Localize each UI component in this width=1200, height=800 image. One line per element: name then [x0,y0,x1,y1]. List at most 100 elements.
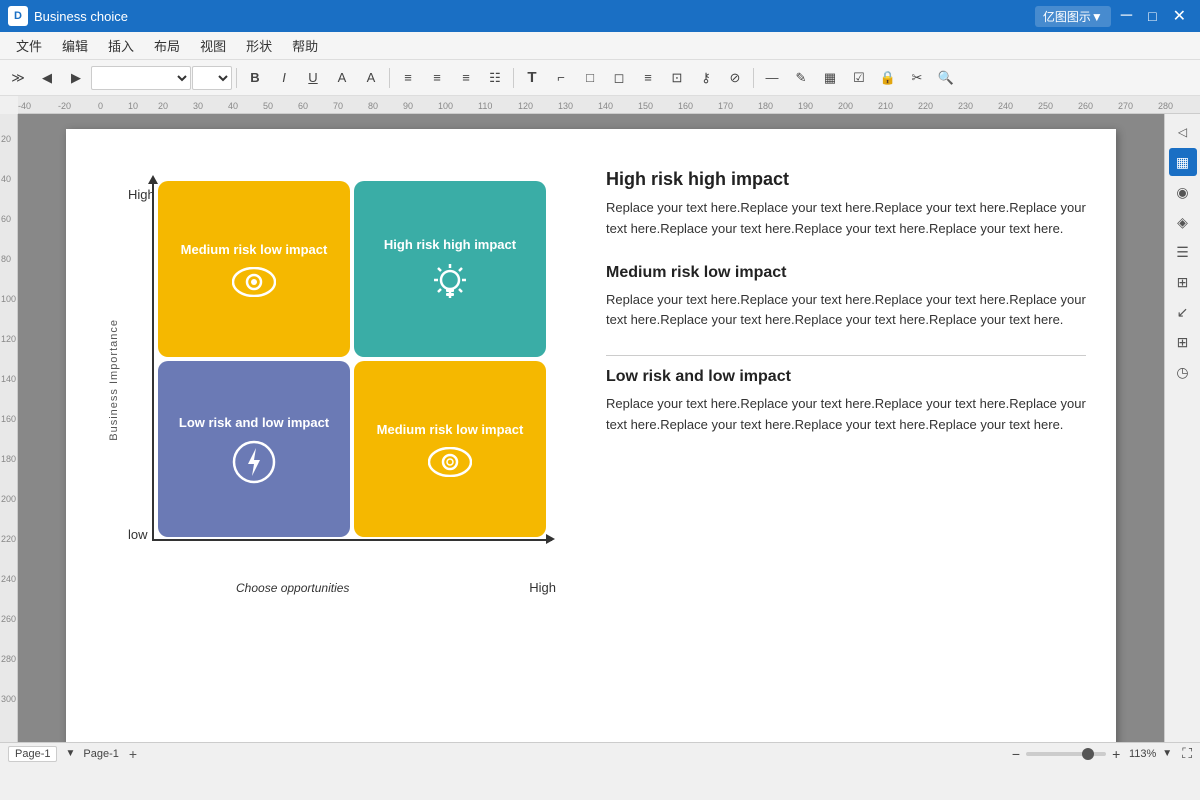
zoom-in-btn[interactable]: + [1112,746,1120,762]
separator-1 [236,68,237,88]
section-medium-risk-title: Medium risk low impact [606,264,1086,282]
toolbar-back[interactable]: ◀ [33,65,61,91]
statusbar: Page-1 ▼ Page-1 + − + 113% ▼ ⛶ [0,742,1200,764]
align-center[interactable]: ≡ [423,65,451,91]
window-minimize[interactable]: ─ [1115,7,1138,25]
ruler-left: 20 40 60 80 100 120 140 160 180 200 220 … [0,114,18,742]
toolbar-format-group: B I U A A [241,65,385,91]
align-left[interactable]: ≡ [394,65,422,91]
toolbar-draw-group: ― ✎ ▦ ☑ 🔒 ✂ 🔍 [758,65,960,91]
panel-plus-btn[interactable]: ⊞ [1169,268,1197,296]
toolbar-nav-group: ≫ ◀ ▶ [4,65,232,91]
text-section: High risk high impact Replace your text … [606,159,1086,649]
chart-section: High Business Importance low [96,159,576,649]
cell-high-risk-top-right: High risk high impact [354,181,546,357]
diagram-container: High Business Importance low [96,149,1086,659]
zoom-out-btn[interactable]: − [1012,746,1020,762]
font-bg-button[interactable]: A [357,65,385,91]
separator-4 [753,68,754,88]
bold-button[interactable]: B [241,65,269,91]
canvas-area[interactable]: High Business Importance low [18,114,1164,742]
window-maximize[interactable]: □ [1142,8,1162,24]
italic-button[interactable]: I [270,65,298,91]
draw-search[interactable]: 🔍 [932,65,960,91]
zoom-level[interactable]: 113% [1126,748,1156,760]
panel-shapes-btn[interactable]: ◉ [1169,178,1197,206]
y-axis-high-label: High [128,187,155,202]
x-axis-label: Choose opportunities [236,581,349,595]
panel-grid-btn[interactable]: ▦ [1169,148,1197,176]
underline-button[interactable]: U [299,65,327,91]
toolbar: ≫ ◀ ▶ B I U A A ≡ ≡ ≡ ☷ T ⌐ □ ◻ ≡ ⊡ ⚷ ⊘ … [0,60,1200,96]
page-canvas: High Business Importance low [66,129,1116,742]
titlebar: D Business choice 亿图图示▼ ─ □ ✕ [0,0,1200,32]
insert-shape[interactable]: ◻ [605,65,633,91]
insert-text[interactable]: T [518,65,546,91]
menu-shape[interactable]: 形状 [238,34,280,57]
titlebar-left: D Business choice [8,6,128,26]
insert-table[interactable]: ⊡ [663,65,691,91]
window-close[interactable]: ✕ [1167,6,1192,26]
insert-no[interactable]: ⊘ [721,65,749,91]
panel-history-btn[interactable]: ◷ [1169,358,1197,386]
bolt-icon-bottom-left [232,440,276,484]
font-color-button[interactable]: A [328,65,356,91]
panel-arrow-btn[interactable]: ↙ [1169,298,1197,326]
insert-connector[interactable]: ⌐ [547,65,575,91]
bulb-icon-top-right [430,262,470,302]
toolbar-forward[interactable]: ▶ [62,65,90,91]
separator-2 [389,68,390,88]
panel-table-btn[interactable]: ⊞ [1169,328,1197,356]
toolbar-chevron[interactable]: ≫ [4,65,32,91]
insert-lock[interactable]: ⚷ [692,65,720,91]
draw-check[interactable]: ☑ [845,65,873,91]
align-justify[interactable]: ≡ [452,65,480,91]
status-page-nav: Page-1 [83,748,118,760]
font-family-select[interactable] [91,66,191,90]
cell-top-left-label: Medium risk low impact [181,242,328,257]
menu-view[interactable]: 视图 [192,34,234,57]
align-text[interactable]: ☷ [481,65,509,91]
menu-help[interactable]: 帮助 [284,34,326,57]
fullscreen-btn[interactable]: ⛶ [1182,745,1192,762]
section-medium-risk-body: Replace your text here.Replace your text… [606,290,1086,332]
status-page-dropdown[interactable]: ▼ [65,748,75,759]
font-size-select[interactable] [192,66,232,90]
zoom-slider[interactable] [1026,752,1106,756]
section-high-risk-title: High risk high impact [606,169,1086,190]
app-logo: D [8,6,28,26]
toolbar-align-group: ≡ ≡ ≡ ☷ [394,65,509,91]
menu-file[interactable]: 文件 [8,34,50,57]
insert-rect[interactable]: □ [576,65,604,91]
draw-cut[interactable]: ✂ [903,65,931,91]
main-layout: 20 40 60 80 100 120 140 160 180 200 220 … [0,114,1200,742]
panel-collapse-btn[interactable]: ◁ [1169,118,1197,146]
separator-3 [513,68,514,88]
app-title: Business choice [34,9,128,24]
draw-fill[interactable]: ▦ [816,65,844,91]
draw-line[interactable]: ― [758,65,786,91]
menu-layout[interactable]: 布局 [146,34,188,57]
menu-edit[interactable]: 编辑 [54,34,96,57]
text-section-high-risk: High risk high impact Replace your text … [606,169,1086,240]
section-high-risk-body: Replace your text here.Replace your text… [606,198,1086,240]
x-axis-line [152,539,552,541]
x-axis-arrow [546,534,555,544]
cell-low-risk-bottom-left: Low risk and low impact [158,361,350,537]
panel-pages-btn[interactable]: ☰ [1169,238,1197,266]
status-add-page[interactable]: + [129,746,137,762]
x-axis-high-label: High [529,580,556,595]
section-low-risk-title: Low risk and low impact [606,355,1086,386]
cell-top-right-label: High risk high impact [384,237,516,252]
text-section-medium-risk: Medium risk low impact Replace your text… [606,264,1086,332]
draw-lock2[interactable]: 🔒 [874,65,902,91]
cell-medium-risk-top-left: Medium risk low impact [158,181,350,357]
zoom-dropdown[interactable]: ▼ [1162,748,1172,759]
menu-insert[interactable]: 插入 [100,34,142,57]
y-axis-name-label: Business Importance [108,319,120,441]
status-page-label[interactable]: Page-1 [8,746,57,762]
panel-layers-btn[interactable]: ◈ [1169,208,1197,236]
insert-line[interactable]: ≡ [634,65,662,91]
cell-bottom-right-label: Medium risk low impact [377,422,524,437]
draw-pen[interactable]: ✎ [787,65,815,91]
